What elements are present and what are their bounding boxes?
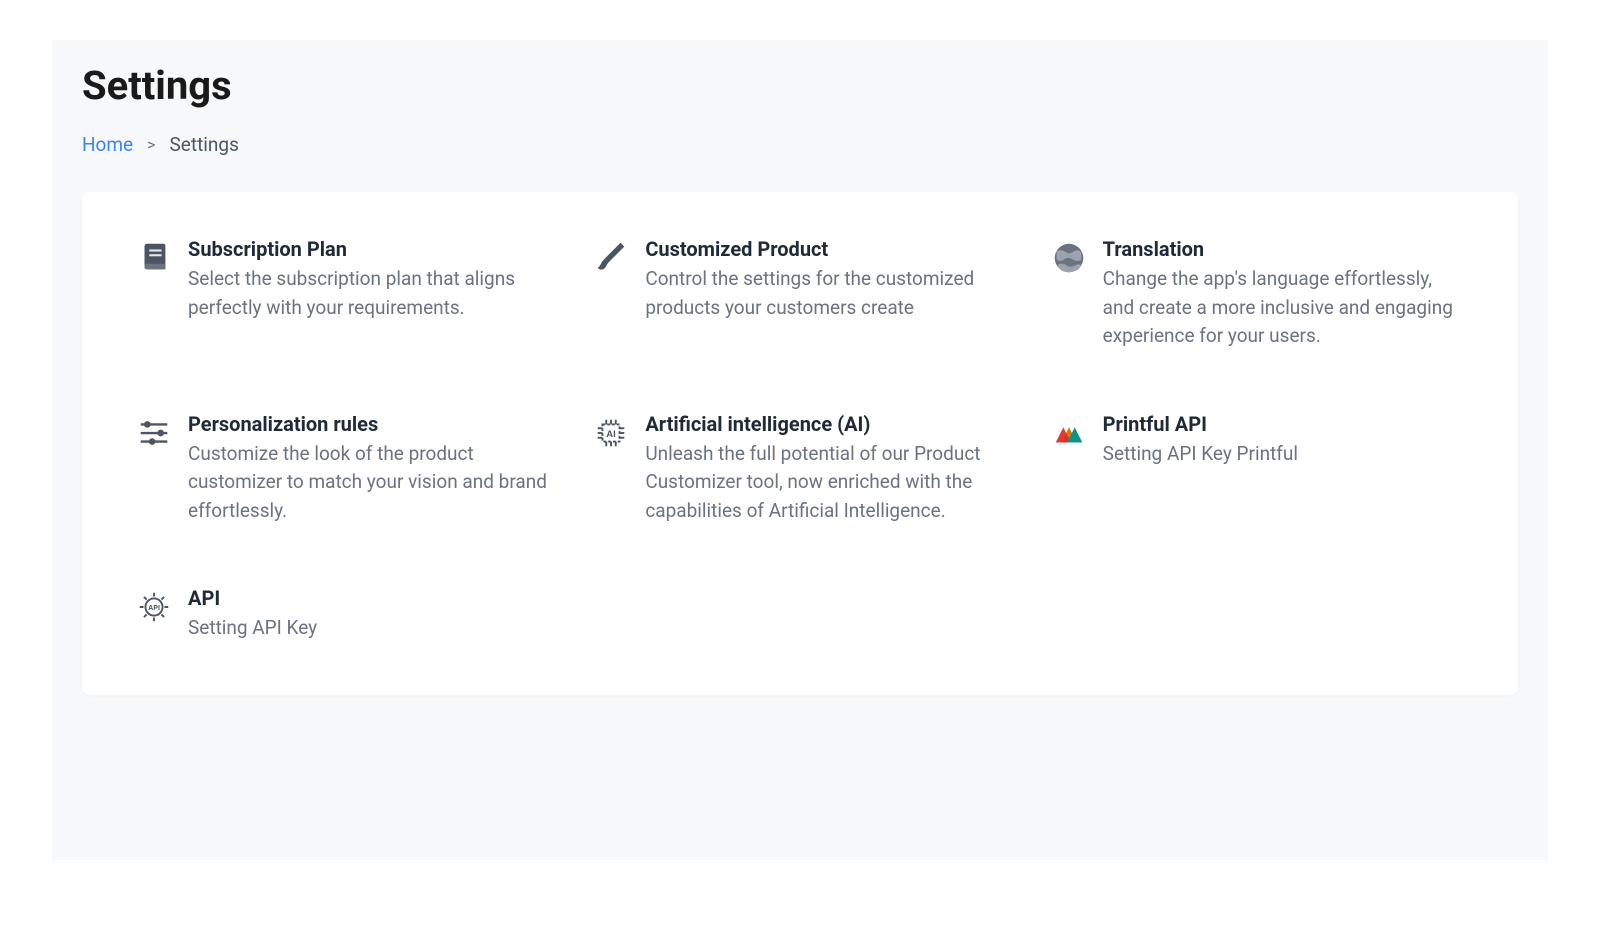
printful-logo-icon [1049,413,1089,453]
tile-customized-product[interactable]: Customized Product Control the settings … [591,236,1008,351]
page-title: Settings [82,62,1518,109]
gear-api-icon: API [134,587,174,627]
sliders-icon [134,413,174,453]
tile-desc: Control the settings for the customized … [645,265,1008,322]
tile-desc: Change the app's language effortlessly, … [1103,265,1466,351]
tile-title: Translation [1103,236,1466,263]
breadcrumb: Home > Settings [82,133,1518,156]
tile-printful-api[interactable]: Printful API Setting API Key Printful [1049,411,1466,526]
tile-api[interactable]: API API Setting API Key [134,585,551,643]
breadcrumb-separator: > [147,135,155,154]
paintbrush-icon [591,238,631,278]
tile-desc: Select the subscription plan that aligns… [188,265,551,322]
book-icon [134,238,174,278]
tile-personalization-rules[interactable]: Personalization rules Customize the look… [134,411,551,526]
svg-text:AI: AI [607,428,617,439]
page-header: Settings Home > Settings [52,40,1548,156]
tile-translation[interactable]: Translation Change the app's language ef… [1049,236,1466,351]
tile-title: Personalization rules [188,411,551,438]
page-container: Settings Home > Settings Subscript [52,40,1548,860]
breadcrumb-current: Settings [170,133,239,156]
tile-desc: Customize the look of the product custom… [188,440,551,526]
breadcrumb-home-link[interactable]: Home [82,133,133,156]
tile-desc: Unleash the full potential of our Produc… [645,440,1008,526]
tile-title: API [188,585,551,612]
settings-grid: Subscription Plan Select the subscriptio… [134,236,1466,643]
ai-chip-icon: AI [591,413,631,453]
tile-title: Printful API [1103,411,1466,438]
tile-title: Subscription Plan [188,236,551,263]
tile-title: Artificial intelligence (AI) [645,411,1008,438]
tile-artificial-intelligence[interactable]: AI Artificial intelligence (AI) Unleash … [591,411,1008,526]
settings-card: Subscription Plan Select the subscriptio… [82,192,1518,695]
tile-desc: Setting API Key [188,614,551,643]
tile-desc: Setting API Key Printful [1103,440,1466,469]
globe-icon [1049,238,1089,278]
svg-text:API: API [148,604,160,612]
tile-subscription-plan[interactable]: Subscription Plan Select the subscriptio… [134,236,551,351]
tile-title: Customized Product [645,236,1008,263]
